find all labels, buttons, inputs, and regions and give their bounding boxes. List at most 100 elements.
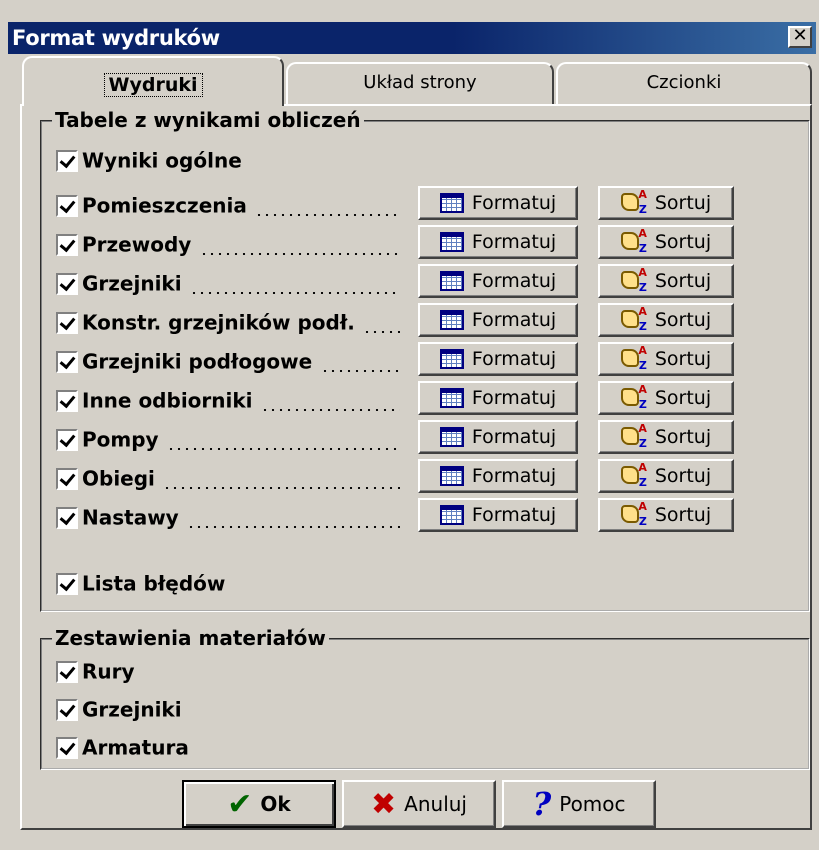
checkbox[interactable] <box>56 149 78 172</box>
cancel-button[interactable]: ✖ Anuluj <box>342 780 496 828</box>
table-icon <box>439 505 464 525</box>
table-checkbox-row[interactable]: Przewody <box>56 231 191 259</box>
table-checkbox-row[interactable]: Lista błędów <box>56 570 225 598</box>
sort-icon: AZ <box>620 345 647 371</box>
checkbox[interactable] <box>56 506 78 529</box>
tab-wydruki[interactable]: Wydruki <box>22 56 284 106</box>
material-checkbox-row[interactable]: Grzejniki <box>56 696 182 724</box>
table-icon <box>439 388 464 408</box>
table-checkbox-row[interactable]: Grzejniki podłogowe <box>56 348 312 376</box>
sort-button[interactable]: A Z Sortuj <box>598 186 734 220</box>
sort-icon: AZ <box>620 228 647 254</box>
title-bar: Format wydruków ✕ <box>8 22 816 54</box>
checkbox-label: Grzejniki <box>82 271 182 296</box>
tables-group-label: Tabele z wynikami obliczeń <box>52 108 364 132</box>
window-title: Format wydruków <box>12 26 220 50</box>
checkbox-label: Obiegi <box>82 466 155 491</box>
sort-button[interactable]: A Z Sortuj <box>598 264 734 298</box>
checkbox[interactable] <box>56 272 78 295</box>
checkbox[interactable] <box>56 467 78 490</box>
help-label: Pomoc <box>559 792 626 816</box>
checkbox[interactable] <box>56 233 78 256</box>
sort-label: Sortuj <box>654 426 712 448</box>
question-icon: ? <box>532 785 552 823</box>
table-icon <box>439 427 464 447</box>
sort-label: Sortuj <box>654 192 712 214</box>
format-button[interactable]: Formatuj <box>418 303 578 337</box>
table-checkbox-row[interactable]: Pomieszczenia <box>56 192 247 220</box>
tab-czcionki[interactable]: Czcionki <box>556 62 812 104</box>
checkbox[interactable] <box>56 736 78 759</box>
format-button[interactable]: Formatuj <box>418 225 578 259</box>
table-checkbox-row[interactable]: Wyniki ogólne <box>56 147 242 175</box>
checkbox[interactable] <box>56 311 78 334</box>
dotted-leader <box>187 526 400 528</box>
checkbox[interactable] <box>56 660 78 683</box>
format-button[interactable]: Formatuj <box>418 264 578 298</box>
format-button[interactable]: Formatuj <box>418 186 578 220</box>
format-label: Formatuj <box>471 465 557 487</box>
dotted-leader <box>363 331 400 333</box>
table-checkbox-row[interactable]: Inne odbiorniki <box>56 387 253 415</box>
table-icon <box>439 193 464 213</box>
format-label: Formatuj <box>471 504 557 526</box>
checkbox[interactable] <box>56 350 78 373</box>
sort-icon: AZ <box>620 306 647 332</box>
sort-icon: AZ <box>620 384 647 410</box>
format-button[interactable]: Formatuj <box>418 381 578 415</box>
help-button[interactable]: ? Pomoc <box>502 780 656 828</box>
tab-uklad-strony[interactable]: Układ strony <box>286 62 554 104</box>
material-checkbox-row[interactable]: Rury <box>56 658 135 686</box>
dotted-leader <box>190 292 400 294</box>
checkmark-icon: ✔ <box>227 786 253 822</box>
table-checkbox-row[interactable]: Konstr. grzejników podł. <box>56 309 355 337</box>
dotted-leader <box>321 370 400 372</box>
checkbox-label: Grzejniki <box>82 697 182 722</box>
format-button[interactable]: Formatuj <box>418 342 578 376</box>
format-button[interactable]: Formatuj <box>418 498 578 532</box>
sort-button[interactable]: A Z Sortuj <box>598 303 734 337</box>
material-checkbox-row[interactable]: Armatura <box>56 734 189 762</box>
checkbox[interactable] <box>56 698 78 721</box>
table-checkbox-row[interactable]: Grzejniki <box>56 270 182 298</box>
checkbox-label: Inne odbiorniki <box>82 388 253 413</box>
close-icon: ✕ <box>792 25 808 46</box>
checkbox[interactable] <box>56 389 78 412</box>
format-label: Formatuj <box>471 387 557 409</box>
tab-wydruki-label: Wydruki <box>103 73 203 97</box>
table-icon <box>439 232 464 252</box>
checkbox-label: Pompy <box>82 427 159 452</box>
ok-button[interactable]: ✔ Ok <box>182 780 336 828</box>
sort-label: Sortuj <box>654 231 712 253</box>
sort-button[interactable]: A Z Sortuj <box>598 459 734 493</box>
checkbox-label: Rury <box>82 659 135 684</box>
format-label: Formatuj <box>471 426 557 448</box>
table-icon <box>439 310 464 330</box>
dialog-window: Format wydruków ✕ Wydruki Układ strony C… <box>0 0 819 850</box>
cancel-label: Anuluj <box>404 792 467 816</box>
sort-icon: AZ <box>620 189 647 215</box>
sort-button[interactable]: A Z Sortuj <box>598 498 734 532</box>
sort-button[interactable]: A Z Sortuj <box>598 381 734 415</box>
format-button[interactable]: Formatuj <box>418 459 578 493</box>
sort-button[interactable]: A Z Sortuj <box>598 420 734 454</box>
format-label: Formatuj <box>471 348 557 370</box>
checkbox[interactable] <box>56 572 78 595</box>
sort-icon: AZ <box>620 501 647 527</box>
table-checkbox-row[interactable]: Pompy <box>56 426 159 454</box>
sort-icon: AZ <box>620 267 647 293</box>
checkbox-label: Nastawy <box>82 505 179 530</box>
checkbox-label: Lista błędów <box>82 571 226 596</box>
sort-label: Sortuj <box>654 504 712 526</box>
table-checkbox-row[interactable]: Obiegi <box>56 465 155 493</box>
checkbox[interactable] <box>56 194 78 217</box>
sort-label: Sortuj <box>654 309 712 331</box>
sort-button[interactable]: A Z Sortuj <box>598 342 734 376</box>
sort-icon: AZ <box>620 423 647 449</box>
format-button[interactable]: Formatuj <box>418 420 578 454</box>
sort-button[interactable]: A Z Sortuj <box>598 225 734 259</box>
table-checkbox-row[interactable]: Nastawy <box>56 504 179 532</box>
checkbox[interactable] <box>56 428 78 451</box>
close-button[interactable]: ✕ <box>788 26 812 48</box>
checkbox-label: Przewody <box>82 232 192 257</box>
